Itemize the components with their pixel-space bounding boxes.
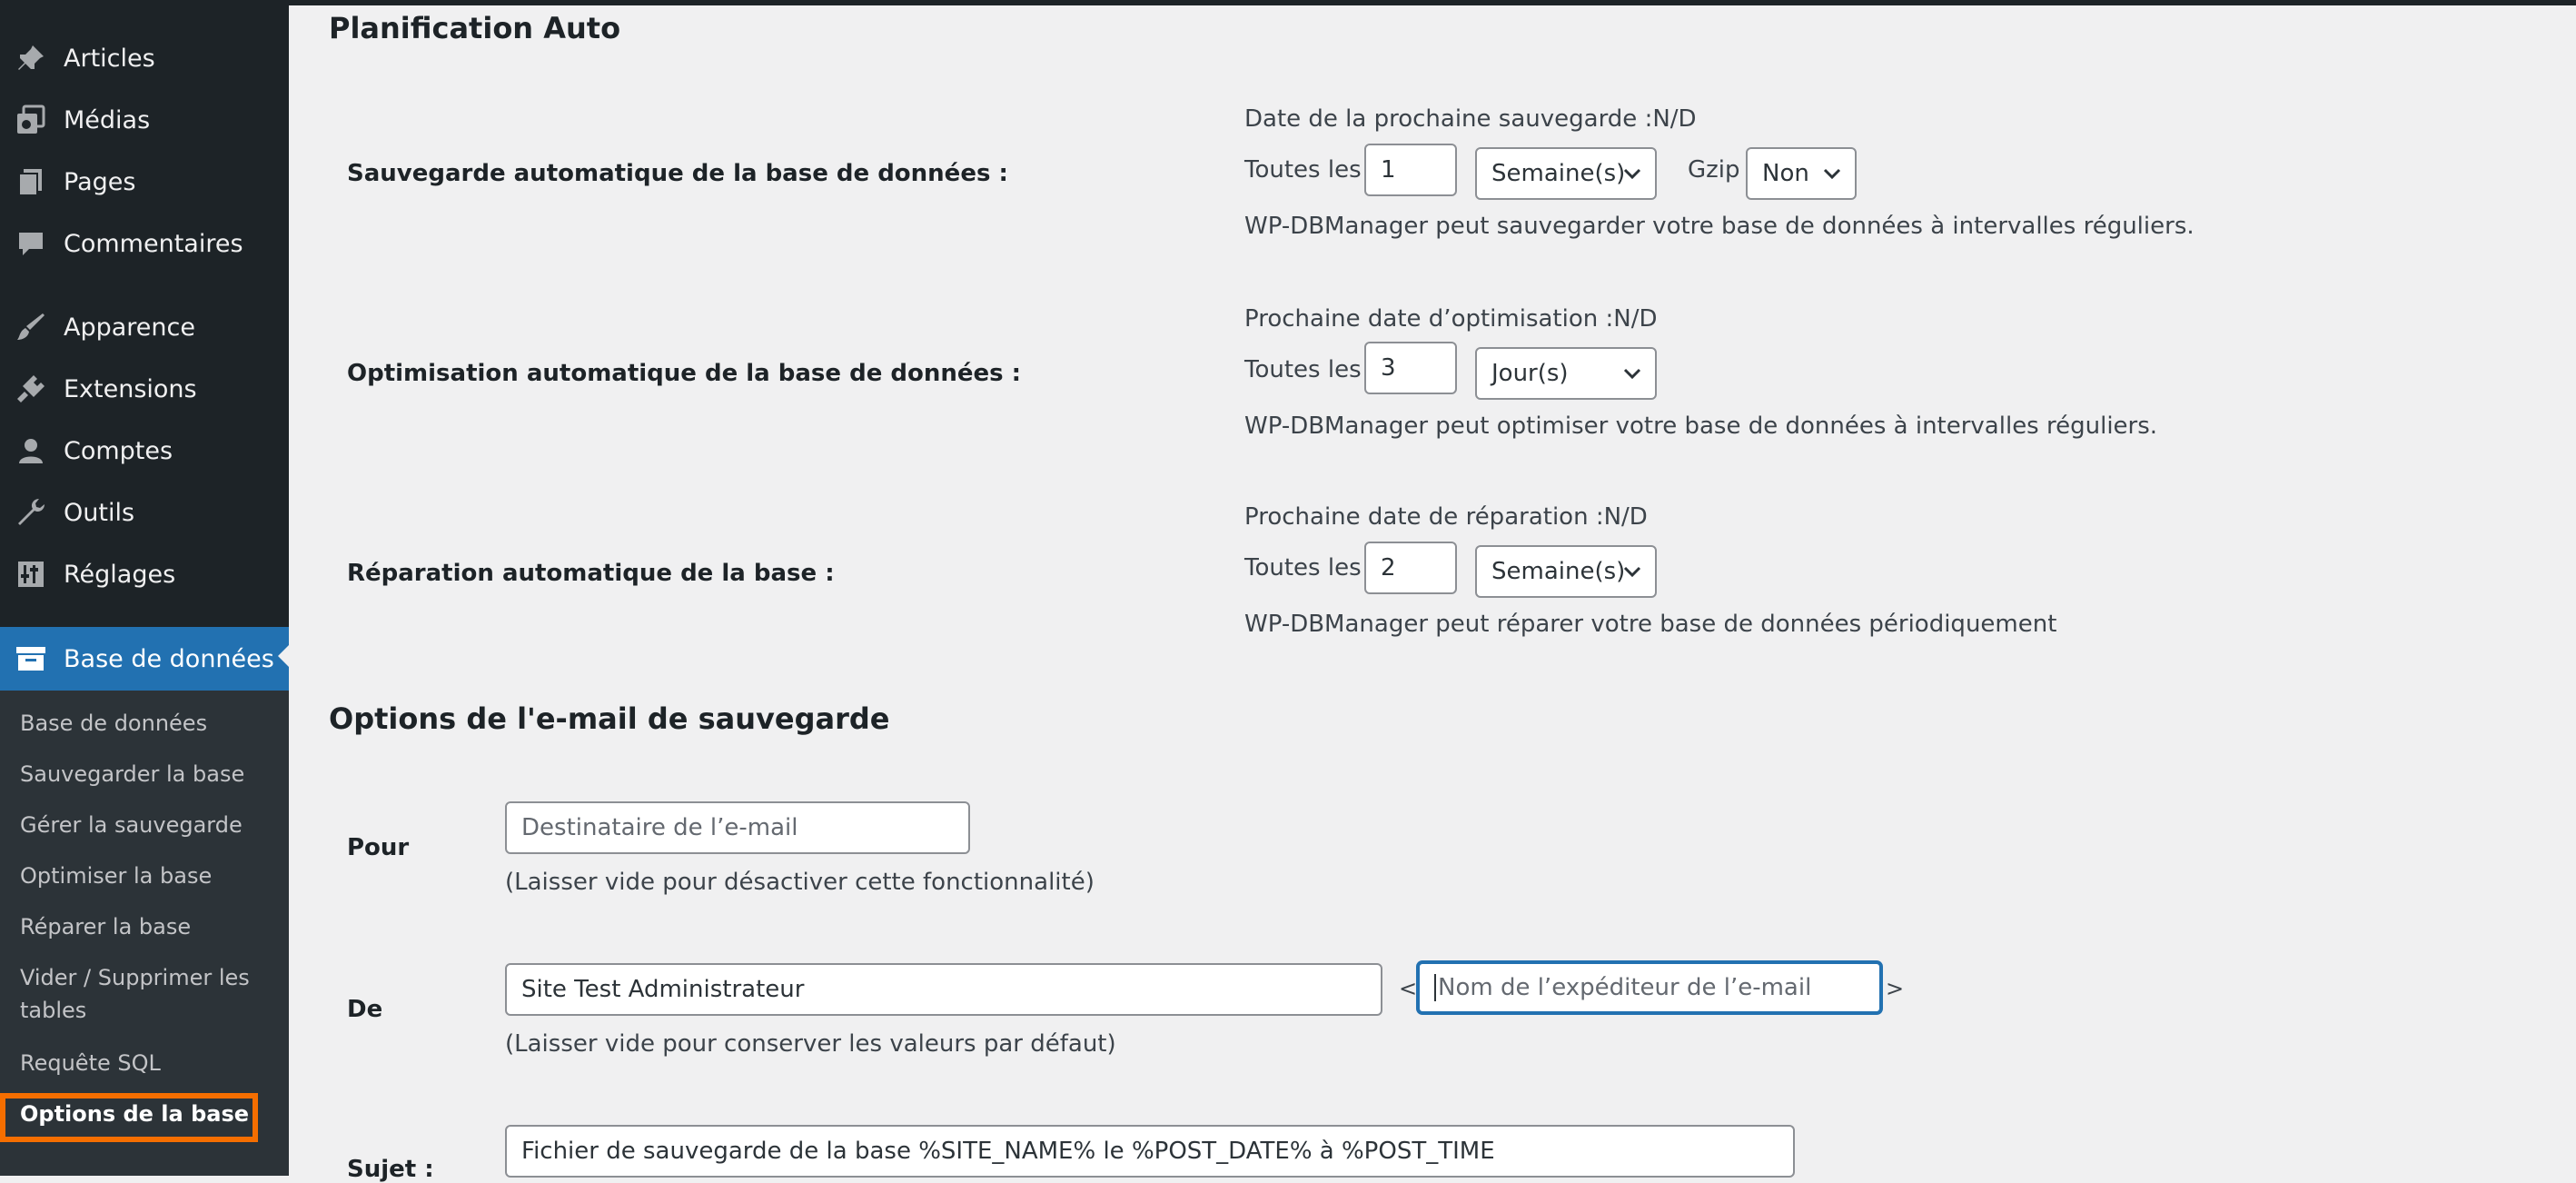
chevron-down-icon (1823, 168, 1841, 180)
media-icon (15, 104, 47, 136)
backup-every-label: Toutes les (1244, 156, 1362, 184)
plugin-icon (15, 373, 47, 405)
brush-icon (15, 311, 47, 343)
email-to-input[interactable]: Destinataire de l’e-mail (505, 801, 970, 854)
optimize-row-label: Optimisation automatique de la base de d… (347, 360, 1022, 387)
optimize-next-date: Prochaine date d’optimisation :N/D (1244, 305, 1658, 333)
chevron-down-icon (1623, 368, 1641, 380)
chevron-down-icon (1623, 168, 1641, 180)
backup-help-text: WP-DBManager peut sauvegarder votre base… (1244, 213, 2195, 240)
sidebar-item-label: Réglages (64, 560, 176, 589)
text-cursor (1434, 974, 1436, 1001)
repair-next-date: Prochaine date de réparation :N/D (1244, 503, 1648, 531)
email-from-name-input[interactable]: Site Test Administrateur (505, 963, 1382, 1016)
sidebar-item-label: Pages (64, 167, 136, 196)
backup-row-label: Sauvegarde automatique de la base de don… (347, 160, 1008, 187)
admin-top-bar (0, 0, 2576, 5)
comment-icon (15, 227, 47, 260)
submenu-item-sauvegarder[interactable]: Sauvegarder la base (20, 758, 274, 790)
backup-interval-input[interactable]: 1 (1364, 144, 1457, 196)
submenu-item-optimiser[interactable]: Optimiser la base (20, 860, 274, 892)
sidebar-item-label: Extensions (64, 374, 197, 403)
backup-unit-value: Semaine(s) (1491, 160, 1626, 187)
settings-icon (15, 558, 47, 591)
email-from-label: De (347, 996, 383, 1023)
admin-sidebar: Articles Médias Pages Commentaires Appar… (0, 0, 289, 1176)
sidebar-item-comptes[interactable]: Comptes (0, 422, 289, 480)
optimize-every-label: Toutes les (1244, 356, 1362, 383)
email-from-help: (Laisser vide pour conserver les valeurs… (505, 1030, 1116, 1058)
submenu-item-vider-supprimer[interactable]: Vider / Supprimer les tables (20, 961, 265, 1027)
repair-every-label: Toutes les (1244, 554, 1362, 582)
submenu-item-requete-sql[interactable]: Requête SQL (20, 1047, 274, 1079)
pushpin-icon (15, 42, 47, 75)
repair-unit-select[interactable]: Semaine(s) (1475, 545, 1657, 598)
wrench-icon (15, 496, 47, 529)
pages-icon (15, 165, 47, 198)
section-title-email: Options de l'e-mail de sauvegarde (329, 701, 890, 736)
sidebar-item-commentaires[interactable]: Commentaires (0, 214, 289, 273)
sidebar-item-label: Apparence (64, 313, 195, 342)
gzip-select[interactable]: Non (1746, 147, 1857, 200)
email-from-address-input[interactable]: Nom de l’expéditeur de l’e-mail (1417, 961, 1882, 1014)
sidebar-item-extensions[interactable]: Extensions (0, 360, 289, 418)
section-title-auto: Planification Auto (329, 11, 621, 45)
sidebar-item-outils[interactable]: Outils (0, 483, 289, 542)
submenu-highlight-box (0, 1093, 258, 1142)
repair-interval-input[interactable]: 2 (1364, 542, 1457, 594)
sidebar-item-label: Articles (64, 44, 155, 73)
gzip-value: Non (1762, 160, 1809, 187)
chevron-down-icon (1623, 566, 1641, 578)
sidebar-item-label: Médias (64, 105, 151, 134)
sidebar-item-pages[interactable]: Pages (0, 153, 289, 211)
gzip-label: Gzip (1688, 156, 1740, 184)
submenu-item-gerer-sauvegarde[interactable]: Gérer la sauvegarde (20, 809, 274, 841)
sidebar-item-articles[interactable]: Articles (0, 29, 289, 87)
sidebar-item-reglages[interactable]: Réglages (0, 545, 289, 603)
optimize-interval-input[interactable]: 3 (1364, 342, 1457, 394)
repair-help-text: WP-DBManager peut réparer votre base de … (1244, 611, 2057, 638)
optimize-help-text: WP-DBManager peut optimiser votre base d… (1244, 413, 2158, 440)
sidebar-item-apparence[interactable]: Apparence (0, 298, 289, 356)
submenu-item-base-de-donnees[interactable]: Base de données (20, 707, 274, 740)
backup-unit-select[interactable]: Semaine(s) (1475, 147, 1657, 200)
email-to-help: (Laisser vide pour désactiver cette fonc… (505, 869, 1095, 896)
repair-unit-value: Semaine(s) (1491, 558, 1626, 585)
sidebar-item-label: Base de données (64, 644, 274, 673)
user-icon (15, 434, 47, 467)
email-subject-input[interactable]: Fichier de sauvegarde de la base %SITE_N… (505, 1125, 1795, 1178)
database-icon (15, 642, 47, 675)
optimize-unit-select[interactable]: Jour(s) (1475, 347, 1657, 400)
submenu-item-reparer[interactable]: Réparer la base (20, 910, 274, 943)
email-from-address-placeholder: Nom de l’expéditeur de l’e-mail (1438, 974, 1812, 1001)
repair-row-label: Réparation automatique de la base : (347, 560, 835, 587)
sidebar-item-medias[interactable]: Médias (0, 91, 289, 149)
email-to-label: Pour (347, 834, 410, 861)
sidebar-item-label: Outils (64, 498, 135, 527)
optimize-unit-value: Jour(s) (1491, 360, 1569, 387)
backup-next-date: Date de la prochaine sauvegarde :N/D (1244, 105, 1697, 133)
email-gt-symbol: > (1886, 976, 1905, 1001)
sidebar-item-base-de-donnees[interactable]: Base de données (0, 627, 289, 691)
sidebar-item-label: Comptes (64, 436, 173, 465)
email-subject-label: Sujet : (347, 1156, 434, 1183)
email-lt-symbol: < (1399, 976, 1418, 1001)
sidebar-item-label: Commentaires (64, 229, 243, 258)
